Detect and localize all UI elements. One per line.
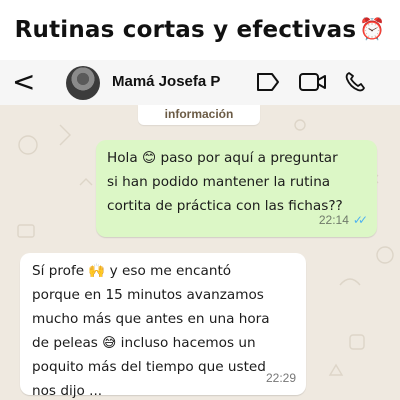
avatar[interactable] (66, 66, 100, 100)
message-outgoing[interactable]: Hola 😊 paso por aquí a preguntar si han … (96, 140, 377, 237)
message-meta: 22:29 (266, 366, 296, 390)
info-label: información (138, 105, 260, 125)
alarm-clock-icon: ⏰ (359, 18, 386, 41)
tag-icon[interactable] (255, 71, 281, 93)
message-incoming[interactable]: Sí profe 🙌 y eso me encantó porque en 15… (20, 253, 306, 399)
message-meta: 22:14 ✓✓ (318, 208, 368, 232)
back-icon[interactable]: < (12, 66, 35, 98)
phone-icon[interactable] (344, 71, 368, 93)
message-text: Sí profe 🙌 y eso me encantó porque en 15… (32, 263, 270, 399)
chat-area[interactable]: información Hola 😊 paso por aquí a pregu… (0, 105, 400, 400)
message-time: 22:14 (318, 213, 349, 227)
banner-title: Rutinas cortas y efectivas (14, 17, 357, 43)
message-time: 22:29 (265, 371, 296, 385)
video-call-icon[interactable] (298, 71, 328, 93)
read-receipt-icon: ✓✓ (352, 213, 368, 227)
contact-name[interactable]: Mamá Josefa P (112, 73, 220, 90)
chat-header: < Mamá Josefa P (0, 60, 400, 105)
banner: Rutinas cortas y efectivas ⏰ (0, 0, 400, 60)
